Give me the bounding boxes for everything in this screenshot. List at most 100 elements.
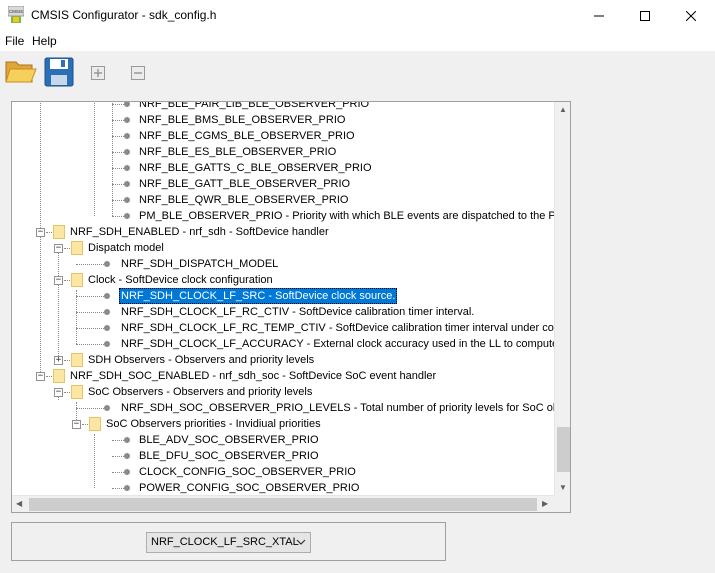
tree-connector <box>112 456 124 457</box>
tree-leaf-item[interactable]: NRF_SDH_CLOCK_LF_ACCURACY - External clo… <box>12 336 554 352</box>
horizontal-scrollbar[interactable]: ◀ ▶ <box>12 495 554 512</box>
tree-folder-item[interactable]: − SoC Observers priorities - Invidiual pr… <box>12 416 554 432</box>
tree-leaf-item[interactable]: NRF_BLE_CGMS_BLE_OBSERVER_PRIO <box>12 128 554 144</box>
vertical-scroll-thumb[interactable] <box>557 427 570 472</box>
tree-leaf-item[interactable]: NRF_BLE_QWR_BLE_OBSERVER_PRIO <box>12 192 554 208</box>
folder-icon <box>71 353 83 367</box>
minimize-button[interactable] <box>576 0 622 31</box>
close-icon <box>686 10 696 21</box>
tree-folder-item[interactable]: − SoC Observers - Observers and priority … <box>12 384 554 400</box>
tree-folder-item[interactable]: + SDH Observers - Observers and priority … <box>12 352 554 368</box>
tree-leaf-item[interactable]: NRF_SDH_CLOCK_LF_SRC - SoftDevice clock … <box>12 288 554 304</box>
leaf-bullet-icon <box>124 485 130 491</box>
scroll-up-icon[interactable]: ▲ <box>559 105 567 114</box>
leaf-bullet-icon <box>104 341 110 347</box>
tree-connector <box>76 328 104 329</box>
tree-folder-item[interactable]: − NRF_SDH_SOC_ENABLED - nrf_sdh_soc - Sof… <box>12 368 554 384</box>
tree-item-label: NRF_BLE_GATT_BLE_OBSERVER_PRIO <box>139 178 351 190</box>
tree-connector <box>76 264 104 265</box>
tree-item-label: NRF_SDH_CLOCK_LF_ACCURACY - External clo… <box>121 338 554 350</box>
leaf-bullet-icon <box>124 213 130 219</box>
horizontal-scroll-thumb[interactable] <box>29 498 537 511</box>
collapse-node-icon[interactable]: − <box>54 244 63 253</box>
leaf-bullet-icon <box>124 469 130 475</box>
leaf-bullet-icon <box>124 181 130 187</box>
leaf-bullet-icon <box>124 102 130 107</box>
tree-connector <box>46 232 52 233</box>
collapse-node-icon[interactable]: − <box>36 372 45 381</box>
tree-leaf-item[interactable]: CLOCK_CONFIG_SOC_OBSERVER_PRIO <box>12 464 554 480</box>
tree-leaf-item[interactable]: NRF_SDH_DISPATCH_MODEL <box>12 256 554 272</box>
tree-leaf-item[interactable]: NRF_BLE_ES_BLE_OBSERVER_PRIO <box>12 144 554 160</box>
tree-item-label: NRF_BLE_BMS_BLE_OBSERVER_PRIO <box>139 114 346 126</box>
expand-all-icon[interactable] <box>91 66 105 80</box>
collapse-node-icon[interactable]: − <box>36 228 45 237</box>
tree-item-label: NRF_BLE_GATTS_C_BLE_OBSERVER_PRIO <box>139 162 372 174</box>
save-icon[interactable] <box>44 57 74 87</box>
maximize-button[interactable] <box>622 0 668 31</box>
tree-item-label: BLE_ADV_SOC_OBSERVER_PRIO <box>139 434 319 446</box>
scroll-left-icon[interactable]: ◀ <box>16 499 22 508</box>
tree-item-label: NRF_SDH_ENABLED - nrf_sdh - SoftDevice h… <box>70 226 329 238</box>
folder-icon <box>71 273 83 287</box>
folder-icon <box>71 241 83 255</box>
tree-leaf-item[interactable]: NRF_BLE_GATT_BLE_OBSERVER_PRIO <box>12 176 554 192</box>
folder-icon <box>53 369 65 383</box>
minimize-icon <box>594 15 604 16</box>
menu-help[interactable]: Help <box>32 34 57 48</box>
tree-connector <box>46 376 52 377</box>
close-button[interactable] <box>668 0 714 31</box>
tree-leaf-item[interactable]: NRF_BLE_BMS_BLE_OBSERVER_PRIO <box>12 112 554 128</box>
tree-leaf-item[interactable]: NRF_SDH_CLOCK_LF_RC_TEMP_CTIV - SoftDevi… <box>12 320 554 336</box>
tree-item-label: NRF_BLE_ES_BLE_OBSERVER_PRIO <box>139 146 337 158</box>
tree-leaf-item[interactable]: BLE_DFU_SOC_OBSERVER_PRIO <box>12 448 554 464</box>
config-tree[interactable]: NRF_BLE_PAIR_LIB_BLE_OBSERVER_PRIO NRF_BL… <box>11 101 571 513</box>
tree-connector <box>112 104 124 105</box>
tree-item-label: Clock - SoftDevice clock configuration <box>88 274 273 286</box>
scroll-down-icon[interactable]: ▼ <box>559 483 567 492</box>
tree-connector <box>112 120 124 121</box>
tree-folder-item[interactable]: − Dispatch model <box>12 240 554 256</box>
tree-connector <box>112 440 124 441</box>
leaf-bullet-icon <box>124 437 130 443</box>
tree-content: NRF_BLE_PAIR_LIB_BLE_OBSERVER_PRIO NRF_BL… <box>12 102 554 495</box>
expand-node-icon[interactable]: + <box>54 356 63 365</box>
tree-item-label: NRF_BLE_QWR_BLE_OBSERVER_PRIO <box>139 194 349 206</box>
leaf-bullet-icon <box>104 325 110 331</box>
collapse-all-icon[interactable] <box>131 66 145 80</box>
tree-connector <box>64 392 70 393</box>
tree-leaf-item[interactable]: NRF_BLE_GATTS_C_BLE_OBSERVER_PRIO <box>12 160 554 176</box>
vertical-scrollbar[interactable]: ▲ ▼ <box>554 102 570 495</box>
collapse-node-icon[interactable]: − <box>54 276 63 285</box>
tree-folder-item[interactable]: − NRF_SDH_ENABLED - nrf_sdh - SoftDevice … <box>12 224 554 240</box>
tree-leaf-item[interactable]: NRF_BLE_PAIR_LIB_BLE_OBSERVER_PRIO <box>12 102 554 112</box>
tree-item-label: BLE_DFU_SOC_OBSERVER_PRIO <box>139 450 319 462</box>
leaf-bullet-icon <box>124 117 130 123</box>
value-dropdown[interactable]: NRF_CLOCK_LF_SRC_XTAL <box>146 532 311 553</box>
open-folder-icon[interactable] <box>5 57 37 85</box>
tree-item-label: NRF_SDH_CLOCK_LF_RC_CTIV - SoftDevice ca… <box>121 306 475 318</box>
tree-leaf-item[interactable]: NRF_SDH_SOC_OBSERVER_PRIO_LEVELS - Total… <box>12 400 554 416</box>
tree-connector <box>112 200 124 201</box>
tree-leaf-item[interactable]: PM_BLE_OBSERVER_PRIO - Priority with whi… <box>12 208 554 224</box>
tree-item-label-selected: NRF_SDH_CLOCK_LF_SRC - SoftDevice clock … <box>119 288 398 304</box>
tree-connector <box>64 248 70 249</box>
collapse-node-icon[interactable]: − <box>72 420 81 429</box>
tree-item-label: POWER_CONFIG_SOC_OBSERVER_PRIO <box>139 482 360 494</box>
scroll-right-icon[interactable]: ▶ <box>542 499 548 508</box>
tree-leaf-item[interactable]: BLE_ADV_SOC_OBSERVER_PRIO <box>12 432 554 448</box>
tree-connector <box>76 296 104 297</box>
tree-connector <box>112 472 124 473</box>
tree-connector <box>76 344 104 345</box>
toolbar <box>0 51 715 97</box>
menu-file[interactable]: File <box>5 34 24 48</box>
tree-item-label: PM_BLE_OBSERVER_PRIO - Priority with whi… <box>139 210 554 222</box>
leaf-bullet-icon <box>124 133 130 139</box>
collapse-node-icon[interactable]: − <box>54 388 63 397</box>
tree-leaf-item[interactable]: POWER_CONFIG_SOC_OBSERVER_PRIO <box>12 480 554 495</box>
tree-connector <box>112 152 124 153</box>
maximize-icon <box>640 10 650 21</box>
tree-connector <box>112 184 124 185</box>
tree-leaf-item[interactable]: NRF_SDH_CLOCK_LF_RC_CTIV - SoftDevice ca… <box>12 304 554 320</box>
tree-folder-item[interactable]: − Clock - SoftDevice clock configuration <box>12 272 554 288</box>
